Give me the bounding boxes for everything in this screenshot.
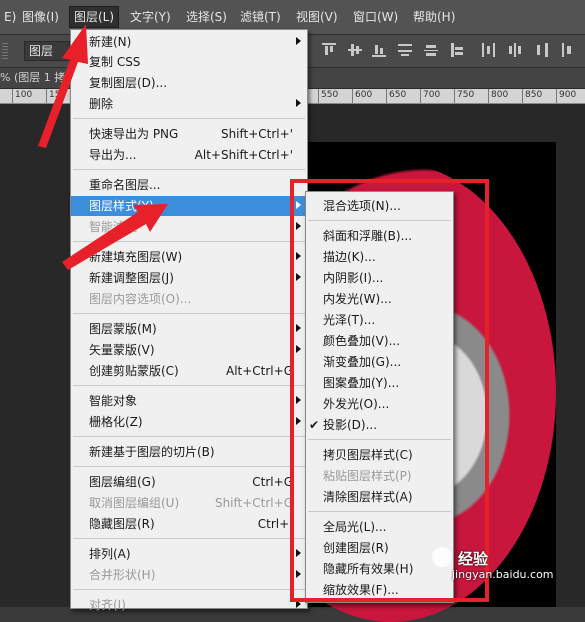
baidu-paw-logo-icon bbox=[432, 547, 452, 567]
watermark-domain: jingyan.baidu.com bbox=[452, 568, 554, 581]
watermark-brand: 经验 bbox=[458, 550, 489, 568]
annotation-arrows bbox=[38, 24, 168, 270]
annotation-arrow-icon bbox=[38, 24, 88, 148]
annotation-arrow-icon bbox=[62, 204, 168, 270]
